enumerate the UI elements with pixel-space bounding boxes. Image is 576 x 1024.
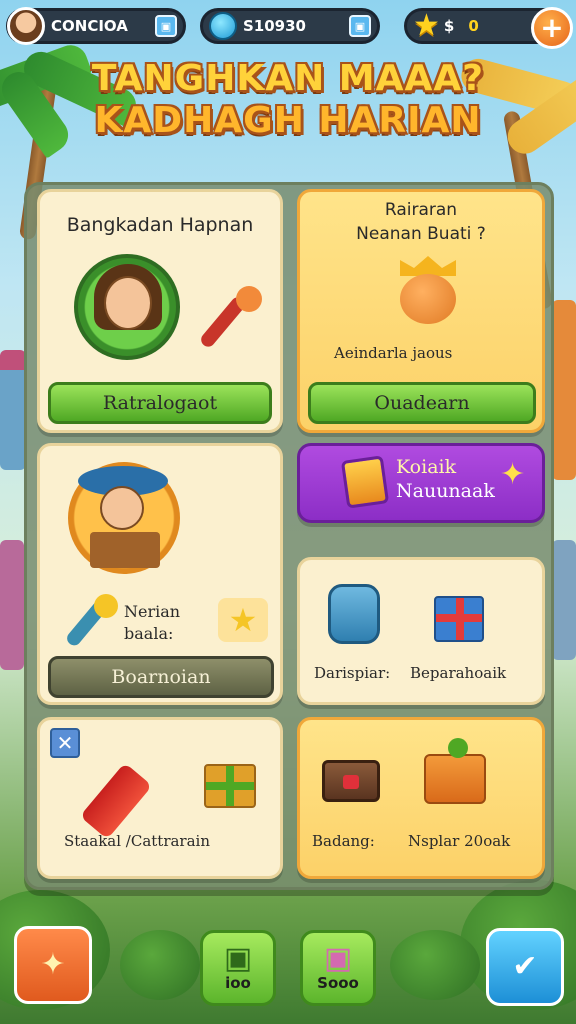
coins-pill[interactable]: S10930 ▣ <box>200 8 380 44</box>
bag-label: Darispiar: <box>314 664 391 682</box>
shop-button[interactable]: ▣ Sooo <box>300 930 376 1006</box>
player-name: CONCIOA <box>51 17 128 35</box>
card-icon <box>340 455 390 509</box>
shop-box-icon: ▣ <box>323 941 353 976</box>
chat-button[interactable]: ✔ <box>486 928 564 1006</box>
card-items-box[interactable]: ✕ Staakal /Cattrarain <box>37 717 283 879</box>
worker-portrait <box>68 462 180 574</box>
mascot-icon <box>400 274 456 324</box>
gift-label: Beparahoaik <box>410 664 507 682</box>
worker-label-line-1: Nerian <box>124 602 181 621</box>
gift-icon <box>204 764 256 808</box>
inventory-label: ioo <box>225 974 251 992</box>
card-special-reward[interactable]: Rairaran Neanan Buati ? Aeindarla jaous … <box>297 189 545 433</box>
card-purple-event[interactable]: Koiaik Nauunaak ✦ <box>297 443 545 523</box>
title-line-1: TANGHKAN MAAA? <box>91 58 485 99</box>
worker-label-line-2: baala: <box>124 624 174 643</box>
crown-icon <box>400 256 456 276</box>
gift-icon <box>434 596 484 642</box>
stars-symbol: $ <box>443 17 455 35</box>
title-line-2: KADHAGH HARIAN <box>94 100 482 141</box>
stars-pill[interactable]: ★ $ 0 + <box>404 7 573 49</box>
bell-star-icon: ✦ <box>40 947 66 982</box>
special-reward-button[interactable]: Ouadearn <box>308 382 536 424</box>
event-line-1: Koiaik <box>396 456 457 478</box>
card-title: Bangkadan Hapnan <box>66 214 254 236</box>
bonus-button[interactable]: ✦ <box>14 926 92 1004</box>
daily-login-button[interactable]: Ratralogaot <box>48 382 272 424</box>
delivery-label-left: Badang: <box>312 832 375 850</box>
card-title-line-1: Rairaran <box>384 200 458 220</box>
inventory-button[interactable]: ▣ ioo <box>200 930 276 1006</box>
page-title: TANGHKAN MAAA? KADHAGH HARIAN <box>0 58 576 142</box>
inventory-icon: ▣ <box>223 941 253 976</box>
profile-card-icon[interactable]: ▣ <box>155 15 177 37</box>
house-left-2 <box>0 540 24 670</box>
top-bar: CONCIOA ▣ S10930 ▣ ★ $ 0 + <box>6 6 573 49</box>
plus-icon[interactable]: + <box>531 7 573 49</box>
house-left <box>0 350 26 470</box>
star-icon: ★ <box>413 8 440 43</box>
store-worker-button[interactable]: Boarnoian <box>48 656 274 698</box>
quest-board: Bangkadan Hapnan Ratralogaot Rairaran Ne… <box>24 182 554 890</box>
backpack-icon <box>328 584 380 644</box>
reward-label: Aeindarla jaous <box>334 344 453 362</box>
coin-icon <box>209 12 237 40</box>
player-pill[interactable]: CONCIOA ▣ <box>6 7 186 45</box>
house-right-2 <box>552 540 576 660</box>
delivery-label-right: Nsplar 20oak <box>408 832 511 850</box>
card-delivery[interactable]: Badang: Nsplar 20oak <box>297 717 545 879</box>
sparkle-icon: ✦ <box>500 457 526 492</box>
bush <box>390 930 480 1000</box>
event-line-2: Nauunaak <box>396 480 495 502</box>
avatar[interactable] <box>7 7 45 45</box>
microphone-head <box>94 594 118 618</box>
crate <box>90 532 160 568</box>
chat-icon: ✔ <box>512 949 538 984</box>
plant-icon <box>448 738 468 758</box>
face <box>100 486 144 530</box>
coins-add-icon[interactable]: ▣ <box>349 15 371 37</box>
stars-value: 0 <box>468 17 479 35</box>
firecracker-icon <box>79 762 153 840</box>
character-portrait <box>74 254 180 360</box>
card-store-worker[interactable]: Nerian baala: ★ Boarnoian <box>37 443 283 705</box>
face <box>104 276 152 330</box>
card-bag-gift[interactable]: Darispiar: Beparahoaik <box>297 557 545 705</box>
microphone-head <box>236 286 262 312</box>
treasure-box-icon <box>322 760 380 802</box>
bush <box>120 930 200 1000</box>
card-daily-login[interactable]: Bangkadan Hapnan Ratralogaot <box>37 189 283 433</box>
star-badge-icon: ★ <box>218 598 268 642</box>
shop-label: Sooo <box>317 974 359 992</box>
close-icon[interactable]: ✕ <box>50 728 80 758</box>
house-right <box>552 300 576 480</box>
cart-icon <box>424 754 486 804</box>
coins-value: S10930 <box>243 17 306 35</box>
card-title-line-2: Neanan Buati ? <box>356 224 486 244</box>
items-label: Staakal /Cattrarain <box>64 832 211 850</box>
